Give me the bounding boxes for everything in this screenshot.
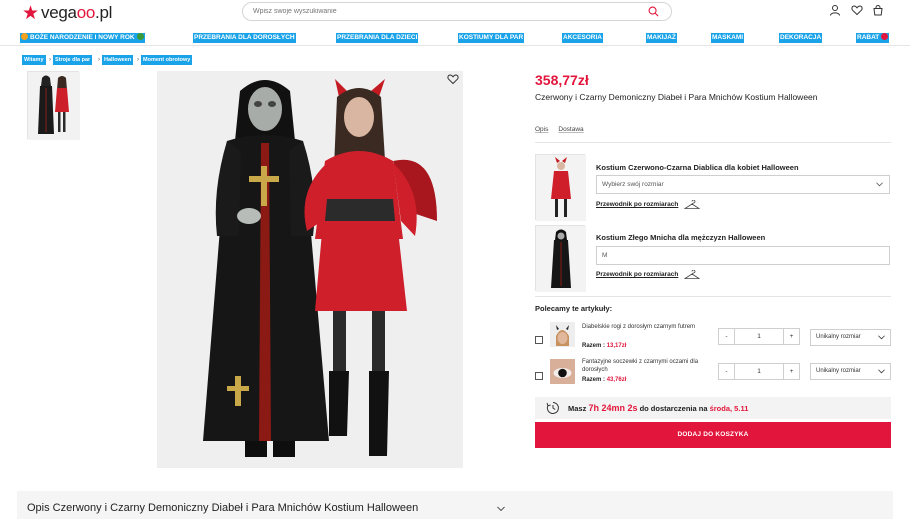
clock-icon — [546, 402, 559, 414]
variant-image-devil — [535, 154, 586, 221]
size-guide-link[interactable]: Przewodnik po rozmiarach — [596, 271, 678, 278]
site-header: ★ vegaoo.pl — [0, 0, 910, 30]
recommended-name: Diabelskie rogi z dorosłym czarnym futre… — [582, 324, 696, 330]
hanger-icon — [684, 200, 700, 209]
quantity-stepper[interactable]: - 1 + — [718, 328, 800, 345]
breadcrumb-halloween[interactable]: Halloween — [102, 55, 134, 65]
recommended-checkbox[interactable] — [535, 372, 543, 380]
star-icon: ★ — [22, 2, 40, 24]
quantity-plus-button[interactable]: + — [783, 329, 799, 344]
hanger-icon — [684, 270, 700, 279]
search-input[interactable] — [253, 5, 633, 18]
recommended-price: Razem : 43,76zł — [582, 377, 627, 383]
search-icon[interactable] — [648, 6, 659, 17]
variant-label-monk: Kostium Złego Mnicha dla mężczyzn Hallow… — [596, 233, 766, 242]
christmas-icon — [21, 33, 28, 40]
variant-image-monk — [535, 225, 586, 292]
size-select-monk[interactable]: M — [596, 246, 890, 265]
breadcrumb-home[interactable]: Witamy — [22, 55, 46, 65]
size-guide-link[interactable]: Przewodnik po rozmiarach — [596, 201, 678, 208]
divider — [535, 142, 891, 143]
nav-item-decoration[interactable]: DEKORACJA — [779, 33, 823, 43]
nav-item-kids[interactable]: PRZEBRANIA DLA DZIECI — [336, 33, 419, 43]
divider — [535, 296, 891, 297]
sale-icon — [881, 33, 889, 40]
product-main-image[interactable] — [157, 71, 463, 468]
recommended-checkbox[interactable] — [535, 336, 543, 344]
heart-icon[interactable] — [851, 4, 863, 16]
cart-icon[interactable] — [872, 4, 884, 16]
product-thumbnail[interactable] — [27, 71, 80, 140]
chevron-down-icon[interactable] — [497, 506, 505, 512]
logo-text: vegaoo.pl — [41, 3, 113, 22]
variant-label-devil: Kostium Czerwono-Czarna Diablica dla kob… — [596, 163, 799, 172]
favorite-heart-icon[interactable] — [447, 73, 459, 85]
add-to-cart-button[interactable]: DODAJ DO KOSZYKA — [535, 422, 891, 448]
product-tabs: Opis Dostawa — [535, 126, 594, 133]
delivery-countdown: Masz 7h 24mn 2s do dostarczenia na środa… — [535, 397, 891, 419]
search-bar[interactable] — [242, 2, 672, 21]
chevron-down-icon — [878, 335, 885, 340]
site-logo[interactable]: ★ vegaoo.pl — [22, 3, 112, 23]
chevron-right-icon: › — [98, 57, 100, 63]
nav-item-masks[interactable]: MASKAMI — [711, 33, 745, 43]
breadcrumb-couples[interactable]: Stroje dla par — [53, 55, 93, 65]
tree-icon — [136, 33, 144, 40]
nav-item-makeup[interactable]: MAKIJAŻ — [646, 33, 677, 43]
description-title[interactable]: Opis Czerwony i Czarny Demoniczny Diabeł… — [27, 502, 418, 514]
nav-item-christmas[interactable]: BOŻE NARODZENIE I NOWY ROK — [20, 33, 145, 43]
quantity-value[interactable]: 1 — [735, 329, 783, 344]
quantity-minus-button[interactable]: - — [719, 329, 735, 344]
chevron-down-icon — [878, 369, 885, 374]
recommended-size-select[interactable]: Unikalny rozmiar — [810, 329, 891, 346]
nav-item-accessories[interactable]: AKCESORIA — [562, 33, 604, 43]
recommended-image-lenses — [550, 359, 575, 384]
breadcrumb-current[interactable]: Moment obrotowy — [141, 55, 193, 65]
main-nav: BOŻE NARODZENIE I NOWY ROK PRZEBRANIA DL… — [0, 31, 910, 46]
user-icon[interactable] — [829, 4, 841, 16]
tab-description[interactable]: Opis — [535, 126, 548, 133]
quantity-value[interactable]: 1 — [735, 364, 783, 379]
chevron-down-icon — [876, 182, 883, 187]
quantity-minus-button[interactable]: - — [719, 364, 735, 379]
tab-delivery[interactable]: Dostawa — [558, 126, 583, 133]
recommended-price: Razem : 13,17zł — [582, 343, 627, 349]
nav-item-adults[interactable]: PRZEBRANIA DLA DOROSŁYCH — [193, 33, 296, 43]
recommended-title: Polecamy te artykuły: — [535, 304, 613, 313]
recommended-name: Fantazyjne soczewki z czarnymi oczami dl… — [582, 359, 699, 373]
product-title: Czerwony i Czarny Demoniczny Diabeł i Pa… — [535, 92, 818, 102]
size-select-devil[interactable]: Wybierz swój rozmiar — [596, 175, 890, 194]
recommended-image-horns — [550, 322, 575, 347]
quantity-stepper[interactable]: - 1 + — [718, 363, 800, 380]
product-price: 358,77zł — [535, 72, 589, 88]
nav-item-couples[interactable]: KOSTIUMY DLA PAR — [458, 33, 525, 43]
chevron-right-icon: › — [49, 57, 51, 63]
nav-item-sale[interactable]: RABAT — [856, 33, 890, 43]
quantity-plus-button[interactable]: + — [783, 364, 799, 379]
chevron-right-icon: › — [137, 57, 139, 63]
recommended-size-select[interactable]: Unikalny rozmiar — [810, 363, 891, 380]
